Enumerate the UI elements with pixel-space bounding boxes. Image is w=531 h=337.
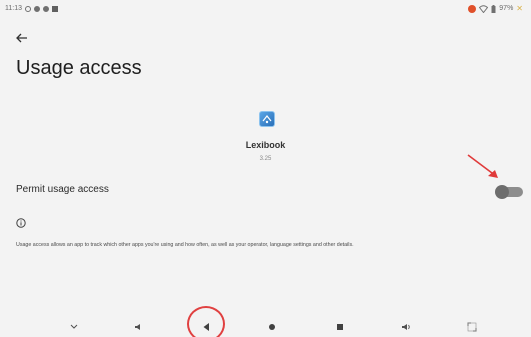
app-name: Lexibook <box>245 140 286 150</box>
back-button[interactable] <box>14 30 30 46</box>
usage-access-description: Usage access allows an app to track whic… <box>16 242 354 248</box>
lexibook-app-icon <box>259 111 275 127</box>
wifi-icon <box>479 4 489 13</box>
battery-icon <box>491 4 496 13</box>
volume-down-icon <box>135 324 140 330</box>
info-icon <box>16 218 26 228</box>
volume-down-button[interactable] <box>131 320 145 334</box>
annotation-arrow-icon <box>467 154 498 178</box>
status-bar-right: 97% ✕ <box>468 4 523 13</box>
annotation-circle <box>187 306 225 337</box>
notification-icon <box>43 5 49 12</box>
app-logo-icon <box>262 115 272 124</box>
status-bar: 11:13 97% ✕ <box>0 0 531 20</box>
chevron-down-icon <box>70 324 78 329</box>
screen: 11:13 97% ✕ Usage access Lexibook 3.25 P… <box>0 0 531 337</box>
permit-usage-access-toggle[interactable] <box>495 185 523 199</box>
record-icon <box>468 4 477 13</box>
recents-button[interactable] <box>333 320 347 334</box>
back-arrow-icon <box>16 33 27 43</box>
app-version: 3.25 <box>259 156 272 162</box>
recents-square-icon <box>337 324 343 330</box>
image-icon <box>52 5 58 12</box>
battery-percent: 97% <box>499 5 514 12</box>
status-bar-left: 11:13 <box>5 5 58 12</box>
page-title: Usage access <box>16 57 142 79</box>
screenshot-button[interactable] <box>465 320 479 334</box>
permit-usage-access-label: Permit usage access <box>16 184 109 195</box>
navigation-bar <box>0 316 531 337</box>
toggle-knob <box>495 185 509 199</box>
settings-icon <box>25 5 31 12</box>
screenshot-icon <box>467 322 477 332</box>
home-dot-icon <box>269 324 275 330</box>
notification-icon <box>34 5 40 12</box>
volume-up-icon <box>402 324 410 330</box>
permit-usage-access-row[interactable]: Permit usage access <box>0 176 531 206</box>
volume-up-button[interactable] <box>399 320 413 334</box>
charging-icon: ✕ <box>516 4 523 13</box>
status-time: 11:13 <box>5 5 22 12</box>
home-button[interactable] <box>265 320 279 334</box>
chevron-down-button[interactable] <box>67 320 81 334</box>
